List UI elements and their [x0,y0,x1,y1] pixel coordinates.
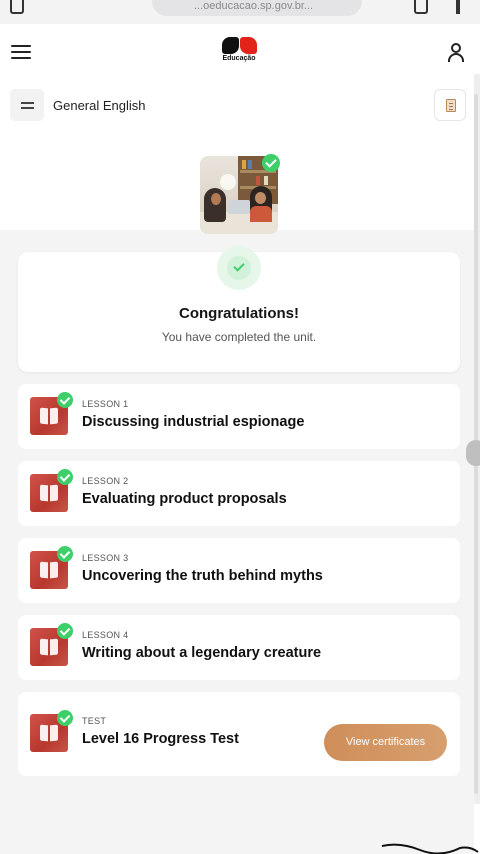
url-bar[interactable]: ...oeducacao.sp.gov.br... [152,0,362,16]
test-label: TEST [82,716,107,726]
completed-check-icon [57,623,73,639]
lesson-title: Discussing industrial espionage [82,414,305,430]
course-bar: General English [0,82,480,130]
congrats-card: Congratulations! You have completed the … [18,246,460,372]
success-check-icon [217,246,261,290]
lesson-label: LESSON 4 [82,630,129,640]
hamburger-icon[interactable] [11,45,31,59]
lesson-label: LESSON 2 [82,476,129,486]
book-icon [40,638,58,656]
book-icon [40,407,58,425]
book-icon [40,561,58,579]
book-icon [40,724,58,742]
user-icon[interactable] [446,42,466,62]
lesson-card-2[interactable]: LESSON 2 Evaluating product proposals [18,461,460,526]
test-title: Level 16 Progress Test [82,731,239,747]
logo[interactable]: Educação [218,37,260,69]
course-title: General English [53,98,146,113]
lesson-title: Writing about a legendary creature [82,645,322,661]
pen-scribble [381,843,479,854]
logo-text: Educação [222,55,256,62]
test-card[interactable]: TEST Level 16 Progress Test View certifi… [18,692,460,776]
lesson-title: Evaluating product proposals [82,491,287,507]
lesson-label: LESSON 1 [82,399,129,409]
tabs-icon[interactable] [414,0,428,14]
view-certificates-button[interactable]: View certificates [324,724,447,761]
tab-icon[interactable] [10,0,24,14]
notebook-button[interactable] [434,89,466,121]
book-icon [40,484,58,502]
browser-top-bar: ...oeducacao.sp.gov.br... [0,0,480,24]
completed-check-icon [57,546,73,562]
congrats-subtitle: You have completed the unit. [161,330,317,344]
unit-complete-check-icon [262,154,280,172]
lesson-card-3[interactable]: LESSON 3 Uncovering the truth behind myt… [18,538,460,603]
lesson-label: LESSON 3 [82,553,129,563]
congrats-title: Congratulations! [179,305,299,322]
menu-icon[interactable] [10,89,44,121]
lesson-card-4[interactable]: LESSON 4 Writing about a legendary creat… [18,615,460,680]
completed-check-icon [57,469,73,485]
lesson-title: Uncovering the truth behind myths [82,568,323,584]
side-handle[interactable] [466,440,480,466]
lesson-card-1[interactable]: LESSON 1 Discussing industrial espionage [18,384,460,449]
more-icon[interactable] [456,0,460,14]
completed-check-icon [57,392,73,408]
site-header: Educação [0,24,480,82]
notebook-icon [446,99,456,112]
page: Educação General English Congratulations… [0,24,480,854]
completed-check-icon [57,710,73,726]
